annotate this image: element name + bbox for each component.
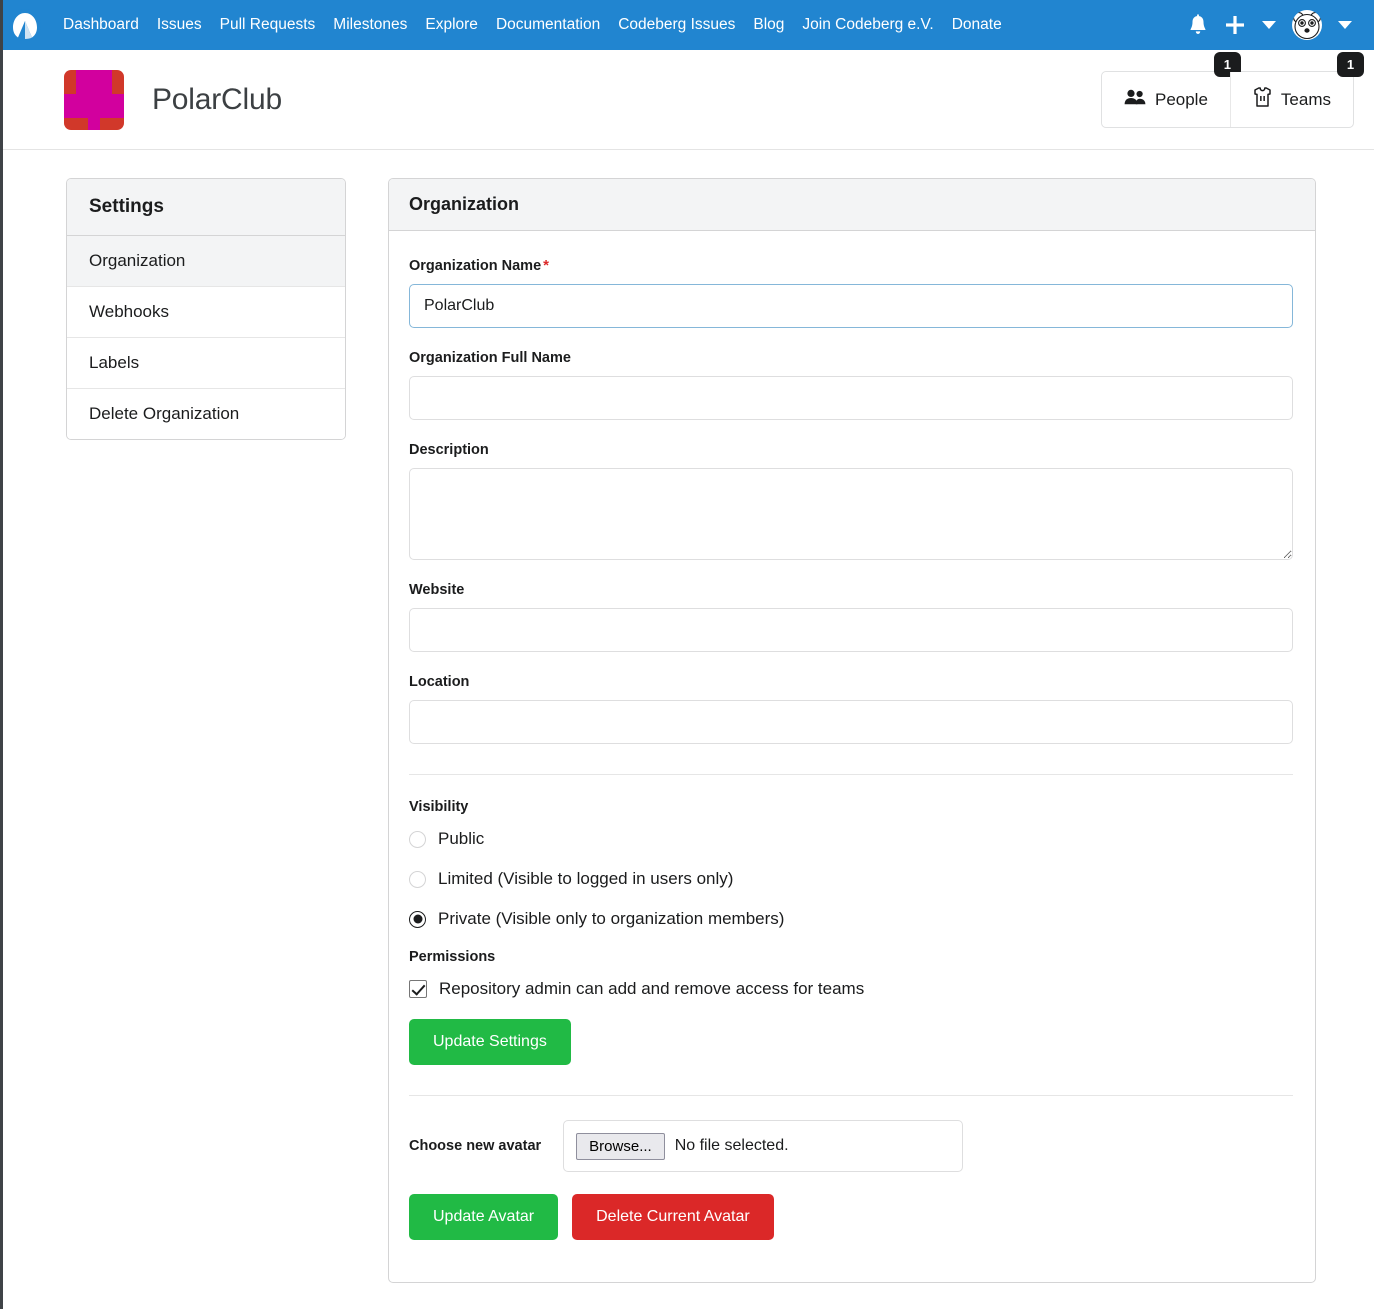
field-organization-full-name: Organization Full Name — [409, 350, 1293, 420]
user-menu-chevron-down-icon[interactable] — [1330, 17, 1360, 33]
visibility-option-limited[interactable]: Limited (Visible to logged in users only… — [409, 869, 1293, 889]
nav-link-issues[interactable]: Issues — [148, 10, 211, 40]
file-selection-status: No file selected. — [675, 1137, 789, 1155]
nav-link-codeberg-issues[interactable]: Codeberg Issues — [609, 10, 744, 40]
nav-links: Dashboard Issues Pull Requests Milestone… — [54, 10, 1011, 40]
description-textarea[interactable] — [409, 468, 1293, 560]
visibility-option-public[interactable]: Public — [409, 829, 1293, 849]
field-website: Website — [409, 582, 1293, 652]
radio-private-icon[interactable] — [409, 911, 426, 928]
avatar-file-input[interactable]: Browse... No file selected. — [563, 1120, 963, 1172]
choose-avatar-row: Choose new avatar Browse... No file sele… — [409, 1120, 1293, 1172]
identicon-svg — [64, 70, 124, 130]
bell-icon-svg — [1188, 14, 1208, 36]
required-asterisk: * — [543, 257, 549, 274]
nav-link-join-codeberg[interactable]: Join Codeberg e.V. — [793, 10, 942, 40]
page-body: Settings Organization Webhooks Labels De… — [0, 150, 1374, 1283]
organization-full-name-label: Organization Full Name — [409, 350, 1293, 366]
permissions-checkbox-row[interactable]: Repository admin can add and remove acce… — [409, 979, 1293, 999]
codeberg-logo-icon[interactable] — [8, 8, 42, 42]
sidebar-item-organization-label: Organization — [89, 251, 185, 270]
people-button[interactable]: People 1 — [1102, 72, 1230, 127]
nav-link-explore[interactable]: Explore — [416, 10, 487, 40]
teams-button-label: Teams — [1281, 90, 1331, 110]
jersey-icon — [1253, 87, 1272, 112]
organization-name-title: PolarClub — [152, 83, 282, 117]
settings-sidebar: Settings Organization Webhooks Labels De… — [66, 178, 346, 440]
sidebar-item-labels[interactable]: Labels — [67, 338, 345, 389]
users-icon — [1124, 89, 1146, 110]
sidebar-item-delete-organization[interactable]: Delete Organization — [67, 389, 345, 439]
choose-avatar-label: Choose new avatar — [409, 1138, 541, 1154]
update-avatar-button[interactable]: Update Avatar — [409, 1194, 558, 1240]
location-label: Location — [409, 674, 1293, 690]
users-icon-svg — [1124, 89, 1146, 105]
description-label: Description — [409, 442, 1293, 458]
settings-divider-avatar — [409, 1095, 1293, 1096]
repo-admin-checkbox-icon[interactable] — [409, 980, 427, 998]
user-avatar[interactable] — [1284, 6, 1330, 44]
website-input[interactable] — [409, 608, 1293, 652]
visibility-option-limited-label: Limited (Visible to logged in users only… — [438, 869, 733, 889]
organization-name-label: Organization Name* — [409, 257, 1293, 274]
nav-link-dashboard[interactable]: Dashboard — [54, 10, 148, 40]
radio-public-icon[interactable] — [409, 831, 426, 848]
nav-link-pull-requests[interactable]: Pull Requests — [211, 10, 325, 40]
visibility-option-private-label: Private (Visible only to organization me… — [438, 909, 784, 929]
jersey-icon-svg — [1253, 87, 1272, 107]
bell-icon[interactable] — [1180, 10, 1216, 40]
organization-name-label-text: Organization Name — [409, 258, 541, 274]
sidebar-item-labels-label: Labels — [89, 353, 139, 372]
organization-actions: People 1 Teams 1 — [1101, 71, 1354, 128]
browse-button[interactable]: Browse... — [576, 1133, 665, 1160]
organization-full-name-input[interactable] — [409, 376, 1293, 420]
sidebar-title: Settings — [67, 179, 345, 236]
visibility-group-label: Visibility — [409, 799, 1293, 815]
organization-name-input[interactable] — [409, 284, 1293, 328]
organization-identicon — [64, 70, 124, 130]
permissions-group-label: Permissions — [409, 949, 1293, 965]
radio-limited-icon[interactable] — [409, 871, 426, 888]
sidebar-item-webhooks-label: Webhooks — [89, 302, 169, 321]
plus-icon-svg — [1224, 14, 1246, 36]
top-navbar: Dashboard Issues Pull Requests Milestone… — [0, 0, 1374, 50]
field-organization-name: Organization Name* — [409, 257, 1293, 328]
avatar-action-buttons: Update Avatar Delete Current Avatar — [409, 1194, 1293, 1240]
field-description: Description — [409, 442, 1293, 560]
people-button-label: People — [1155, 90, 1208, 110]
organization-header: PolarClub People 1 Team — [0, 50, 1374, 150]
location-input[interactable] — [409, 700, 1293, 744]
panel-title: Organization — [389, 179, 1315, 231]
organization-settings-panel: Organization Organization Name* Organiza… — [388, 178, 1316, 1283]
chevron-down-shape — [1338, 21, 1352, 29]
nav-link-milestones[interactable]: Milestones — [324, 10, 416, 40]
website-label: Website — [409, 582, 1293, 598]
visibility-option-public-label: Public — [438, 829, 484, 849]
sidebar-item-organization[interactable]: Organization — [67, 236, 345, 287]
panel-body: Organization Name* Organization Full Nam… — [389, 231, 1315, 1270]
nav-link-donate[interactable]: Donate — [943, 10, 1011, 40]
chevron-down-shape — [1262, 21, 1276, 29]
settings-divider-visibility — [409, 774, 1293, 775]
sidebar-item-webhooks[interactable]: Webhooks — [67, 287, 345, 338]
field-location: Location — [409, 674, 1293, 744]
nav-link-documentation[interactable]: Documentation — [487, 10, 609, 40]
teams-count-badge: 1 — [1337, 52, 1364, 77]
teams-button[interactable]: Teams 1 — [1230, 72, 1353, 127]
plus-menu-chevron-down-icon[interactable] — [1254, 17, 1284, 33]
window-left-edge — [0, 0, 3, 1309]
polar-bear-avatar-icon — [1292, 10, 1322, 40]
repo-admin-checkbox-label: Repository admin can add and remove acce… — [439, 979, 864, 999]
visibility-option-private[interactable]: Private (Visible only to organization me… — [409, 909, 1293, 929]
plus-icon[interactable] — [1216, 10, 1254, 40]
sidebar-item-delete-organization-label: Delete Organization — [89, 404, 239, 423]
update-settings-button[interactable]: Update Settings — [409, 1019, 571, 1065]
codeberg-logo-svg — [8, 8, 42, 42]
navbar-right-actions — [1180, 6, 1360, 44]
delete-current-avatar-button[interactable]: Delete Current Avatar — [572, 1194, 774, 1240]
nav-link-blog[interactable]: Blog — [744, 10, 793, 40]
